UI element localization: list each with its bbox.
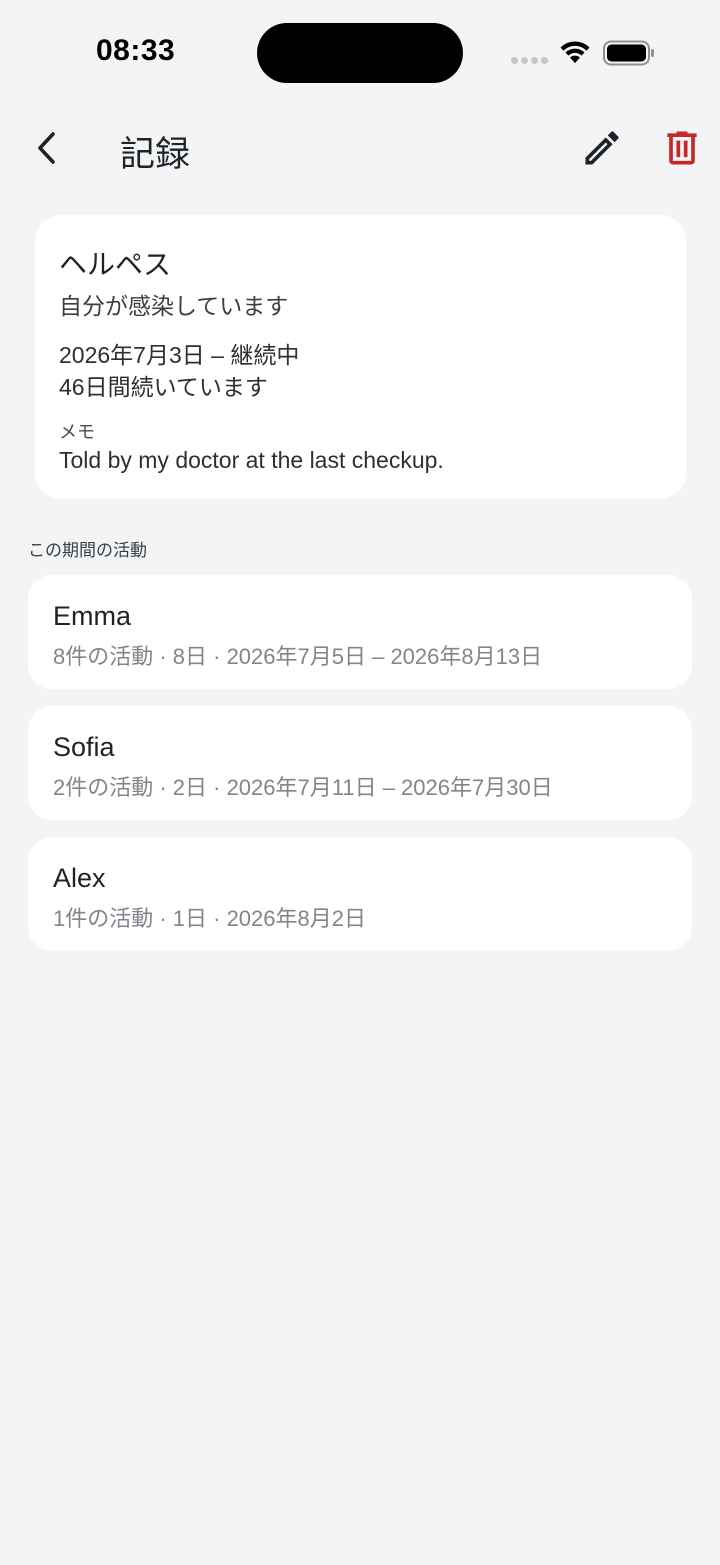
status-bar: 08:33: [0, 0, 720, 100]
activity-item-alex[interactable]: Alex 1件の活動 · 1日 · 2026年8月2日: [28, 837, 692, 951]
partner-name: Emma: [53, 601, 132, 631]
partner-name: Sofia: [53, 732, 115, 762]
edit-button[interactable]: [580, 126, 624, 170]
infection-status: 自分が感染しています: [59, 293, 289, 319]
back-button[interactable]: [28, 128, 68, 168]
activity-summary: 2件の活動 · 2日 · 2026年7月11日 – 2026年7月30日: [53, 775, 553, 800]
partner-name: Alex: [53, 863, 106, 893]
activity-summary: 1件の活動 · 1日 · 2026年8月2日: [53, 906, 366, 931]
battery-icon: [603, 40, 654, 66]
condition-name: ヘルペス: [59, 249, 172, 280]
delete-button[interactable]: [660, 126, 704, 170]
date-range: 2026年7月3日 – 継続中: [59, 342, 300, 368]
pencil-icon: [585, 131, 619, 165]
status-time: 08:33: [96, 34, 176, 67]
memo-label: メモ: [59, 422, 95, 442]
record-card: ヘルペス 自分が感染しています 2026年7月3日 – 継続中 46日間続いてい…: [35, 215, 686, 499]
dynamic-island: [257, 23, 463, 83]
memo-text: Told by my doctor at the last checkup.: [59, 447, 444, 473]
trash-icon: [667, 131, 697, 165]
cellular-signal-icon: [511, 57, 548, 64]
page-title: 記録: [120, 135, 191, 174]
activity-item-sofia[interactable]: Sofia 2件の活動 · 2日 · 2026年7月11日 – 2026年7月3…: [28, 706, 692, 820]
duration-text: 46日間続いています: [59, 374, 268, 400]
wifi-icon: [560, 41, 590, 63]
app-bar: 記録: [0, 110, 720, 186]
activity-item-emma[interactable]: Emma 8件の活動 · 8日 · 2026年7月5日 – 2026年8月13日: [28, 575, 692, 689]
section-label: この期間の活動: [28, 541, 147, 560]
chevron-left-icon: [38, 132, 55, 164]
activity-summary: 8件の活動 · 8日 · 2026年7月5日 – 2026年8月13日: [53, 644, 543, 669]
